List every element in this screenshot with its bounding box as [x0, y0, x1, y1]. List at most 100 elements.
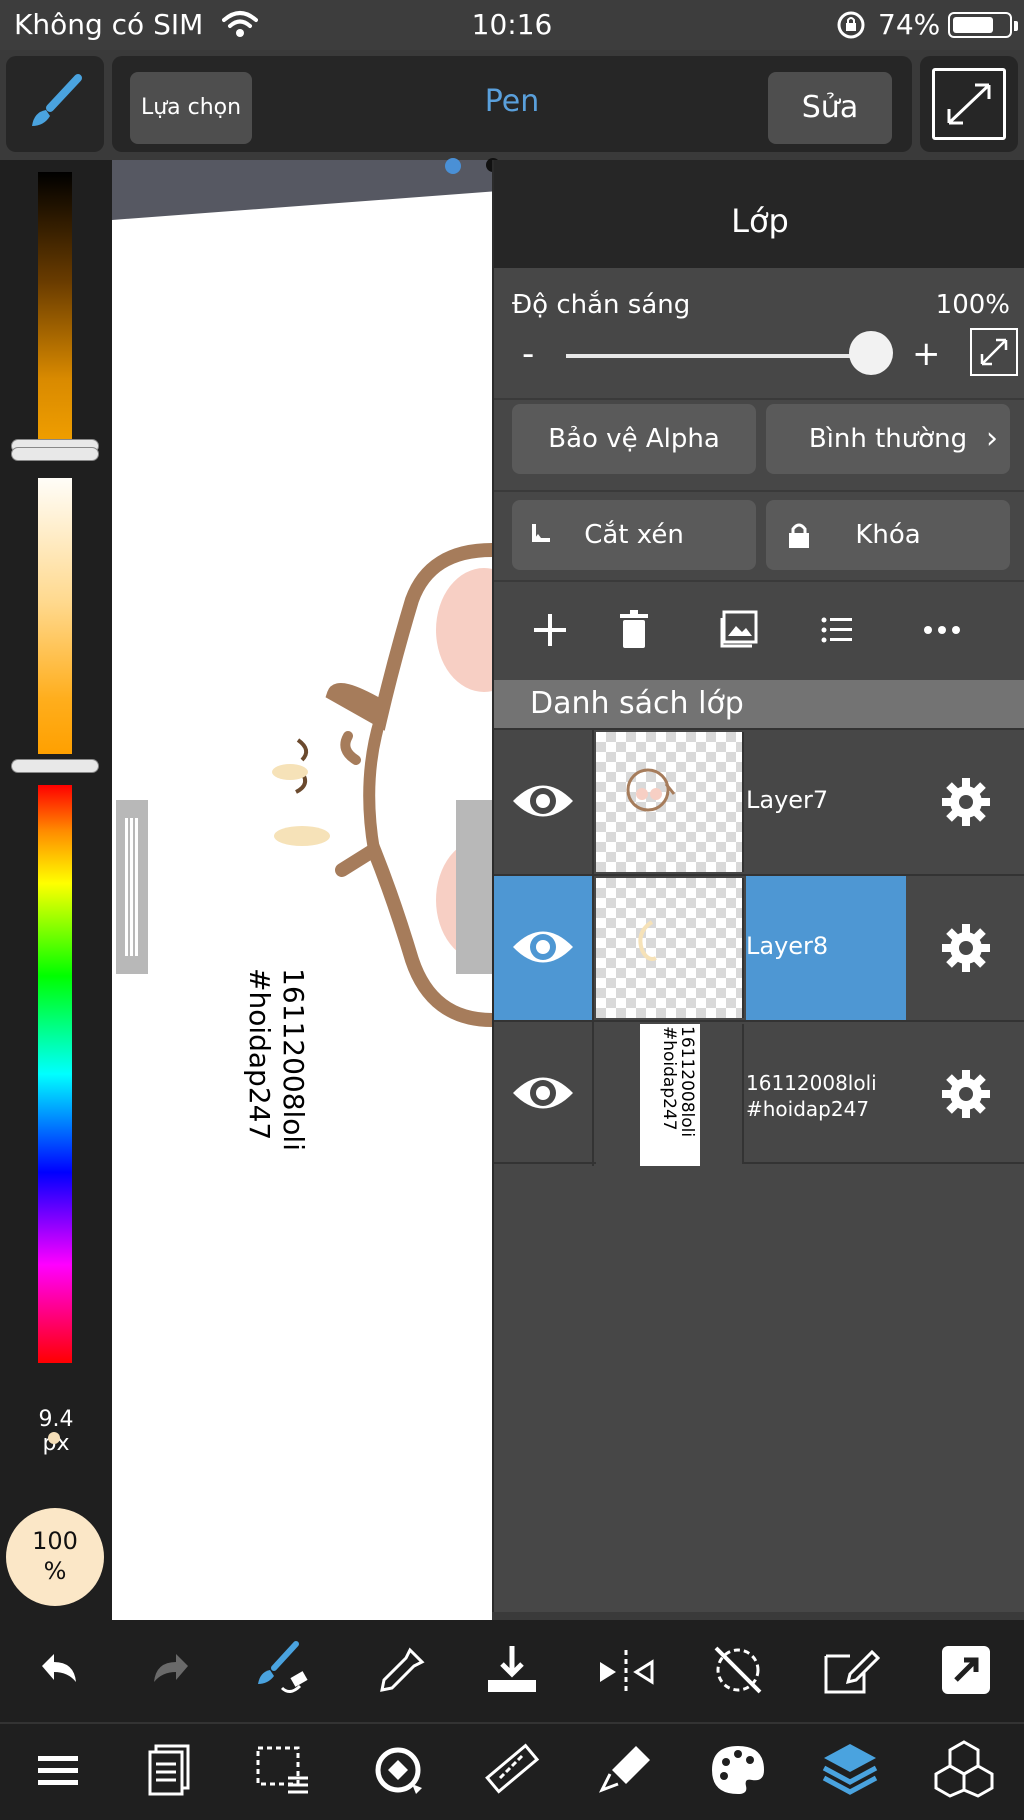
opacity-decrease-button[interactable]: - — [522, 334, 534, 374]
color-palette-icon[interactable] — [708, 1740, 768, 1800]
clock: 10:16 — [471, 8, 553, 41]
expand-icon — [980, 338, 1008, 366]
undo-icon[interactable] — [28, 1642, 88, 1702]
edit-button[interactable]: Sửa — [768, 72, 892, 144]
clipping-button[interactable]: Cắt xén — [512, 500, 756, 570]
right-side-handle[interactable] — [456, 800, 492, 974]
saturation-slider-handle[interactable] — [12, 448, 98, 460]
canvas-text-line-2: #hoidap247 — [243, 968, 276, 1141]
ruler-icon[interactable] — [482, 1740, 542, 1800]
layer-opacity-value: 100% — [935, 290, 1010, 320]
save-download-icon[interactable] — [482, 1640, 542, 1700]
bottom-toolbar-secondary — [0, 1724, 1024, 1820]
gear-icon — [942, 1070, 990, 1118]
rotation-reset-icon[interactable] — [708, 1640, 768, 1700]
3d-materials-icon[interactable] — [934, 1738, 994, 1798]
layer-settings-button[interactable] — [906, 1022, 1024, 1166]
layer-panel-header: Lớp — [494, 160, 1024, 268]
gear-icon — [942, 924, 990, 972]
status-bar: Không có SIM 10:16 74% — [0, 0, 1024, 50]
eye-icon — [513, 1077, 573, 1109]
page-indicator-active — [445, 158, 461, 174]
layer-visibility-toggle[interactable] — [494, 1022, 594, 1166]
more-options-icon[interactable] — [920, 608, 964, 652]
brush-opacity-value: 100 — [32, 1527, 78, 1555]
blend-mode-button[interactable]: Bình thường › — [766, 404, 1010, 474]
hue-slider-handle[interactable] — [12, 760, 98, 772]
layer-actions-row — [494, 578, 1024, 678]
eye-icon — [513, 785, 573, 817]
layer-name-cell[interactable]: Layer7 — [746, 730, 906, 874]
layer-name: 16112008loli #hoidap247 — [746, 1071, 877, 1121]
eyedropper-icon[interactable] — [370, 1642, 430, 1702]
brush-opacity-button[interactable]: 100 % — [6, 1508, 104, 1606]
chevron-right-icon: › — [986, 421, 998, 456]
lock-button[interactable]: Khóa — [766, 500, 1010, 570]
saturation-slider[interactable] — [38, 478, 72, 754]
fill-pen-icon[interactable] — [596, 1740, 656, 1800]
brush-size-value: 9.4 — [38, 1407, 74, 1432]
share-export-icon[interactable] — [936, 1640, 996, 1700]
layer-visibility-toggle[interactable] — [494, 876, 594, 1020]
layer-opacity-slider-knob[interactable] — [849, 331, 893, 375]
menu-icon[interactable] — [28, 1740, 88, 1800]
tool-bar: Lựa chọn Pen Sửa — [112, 56, 912, 152]
hue-slider[interactable] — [38, 785, 72, 1363]
brush-icon — [32, 74, 82, 126]
layer-row-selected[interactable]: Layer8 — [494, 874, 1024, 1020]
delete-layer-icon[interactable] — [612, 608, 656, 652]
brush-size-dot — [48, 1432, 60, 1444]
canvas-text-line-1: 16112008loli — [277, 968, 310, 1151]
layer-list-header: Danh sách lớp — [494, 680, 1024, 728]
documents-icon[interactable] — [142, 1740, 202, 1800]
layer-name-cell[interactable]: Layer8 — [746, 876, 906, 1020]
brush-size-indicator[interactable]: 9.4 px — [0, 1408, 112, 1456]
gear-icon — [942, 778, 990, 826]
alpha-protect-button[interactable]: Bảo vệ Alpha — [512, 404, 756, 474]
layer-panel: Lớp Độ chắn sáng 100% - + Bảo vệ Alpha B… — [492, 160, 1024, 1612]
layer-thumbnail — [596, 878, 744, 1018]
layers-icon[interactable] — [820, 1738, 880, 1798]
rotation-lock-icon — [837, 11, 865, 39]
clip-arrow-icon — [532, 524, 550, 542]
layer-settings-button[interactable] — [906, 876, 1024, 1020]
layer-opacity-row: Độ chắn sáng 100% - + — [494, 268, 1024, 400]
layer-settings-button[interactable] — [906, 730, 1024, 874]
layer-image-icon[interactable] — [718, 608, 762, 652]
transform-edit-icon[interactable] — [820, 1640, 880, 1700]
blend-mode-label: Bình thường — [808, 424, 968, 454]
battery-fill — [953, 17, 993, 33]
layer-row[interactable]: Layer7 — [494, 728, 1024, 874]
opacity-expand-button[interactable] — [970, 328, 1018, 376]
top-toolbar: Lựa chọn Pen Sửa — [0, 50, 1024, 160]
brush-switch-icon[interactable] — [252, 1640, 312, 1700]
layer-thumbnail — [596, 732, 744, 872]
drawing-canvas[interactable]: 16112008loli #hoidap247 — [112, 160, 492, 1620]
left-side-handle[interactable] — [116, 800, 148, 974]
layer-row[interactable]: 16112008loli #hoidap247 16112008loli #ho… — [494, 1020, 1024, 1166]
canvas-drawing — [272, 543, 492, 1027]
battery-percent: 74% — [878, 8, 941, 41]
layer-name: Layer8 — [746, 932, 829, 960]
add-layer-icon[interactable] — [528, 608, 572, 652]
clipping-label: Cắt xén — [584, 520, 684, 550]
transform-rotate-icon[interactable] — [368, 1740, 428, 1800]
eye-icon — [513, 931, 573, 963]
lock-label: Khóa — [855, 520, 921, 550]
layer-panel-title: Lớp — [731, 202, 789, 240]
flip-horizontal-icon[interactable] — [596, 1642, 656, 1702]
brush-opacity-unit: % — [43, 1557, 67, 1585]
brush-tool-button[interactable] — [6, 56, 104, 152]
fullscreen-button[interactable] — [920, 56, 1018, 152]
layer-name: Layer7 — [746, 786, 829, 814]
layer-visibility-toggle[interactable] — [494, 730, 594, 874]
layer-name-cell[interactable]: 16112008loli #hoidap247 — [746, 1022, 906, 1166]
selection-tool-icon[interactable] — [252, 1740, 312, 1800]
layer-opacity-slider[interactable] — [566, 354, 866, 358]
lock-icon — [789, 523, 809, 548]
opacity-increase-button[interactable]: + — [912, 334, 941, 374]
layer-thumbnail: 16112008loli #hoidap247 — [596, 1024, 744, 1166]
layer-list-icon[interactable] — [814, 608, 858, 652]
redo-icon[interactable] — [142, 1642, 202, 1702]
brightness-slider[interactable] — [38, 172, 72, 448]
